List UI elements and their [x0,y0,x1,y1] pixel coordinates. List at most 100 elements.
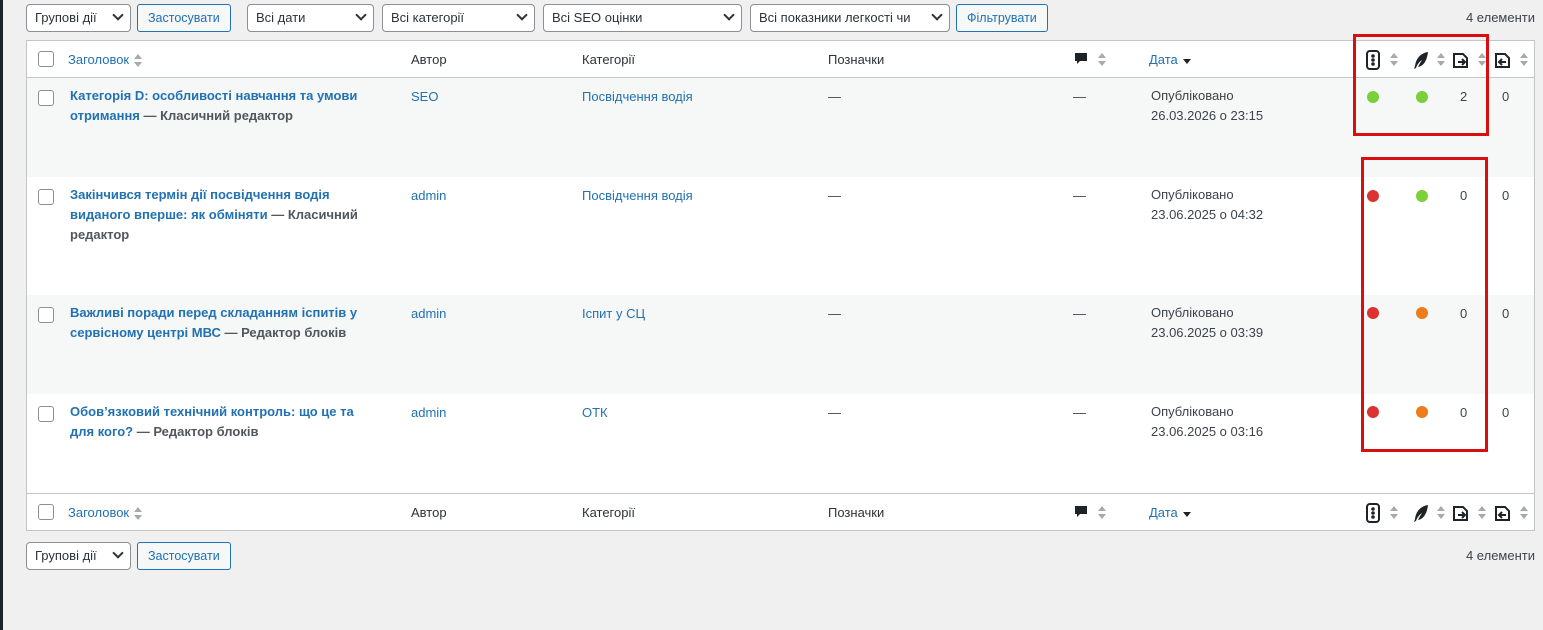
post-tags: — [828,405,841,420]
column-tags-header: Позначки [828,505,885,520]
post-comments: — [1073,89,1086,104]
column-author-header: Автор [411,505,447,520]
select-all-checkbox[interactable] [38,504,54,520]
post-category[interactable]: ОТК [582,405,608,420]
seo-score-dot [1367,91,1379,103]
column-title-header[interactable]: Заголовок [68,52,143,69]
row-checkbox[interactable] [38,406,54,422]
links-in-count: 0 [1502,306,1510,321]
post-category[interactable]: Посвідчення водія [582,188,693,203]
column-date-header[interactable]: Дата [1149,505,1192,522]
sort-icon[interactable] [1436,505,1446,521]
post-date-value: 23.06.2025 о 03:16 [1151,424,1264,439]
links-in-count: 0 [1502,405,1510,420]
column-title-label: Заголовок [68,505,130,520]
links-out-count: 0 [1460,306,1468,321]
readability-filter-select[interactable]: Всі показники легкості чи [750,4,950,32]
column-title-header[interactable]: Заголовок [68,505,143,522]
post-tags: — [828,306,841,321]
seo-filter-label: Всі SEO оцінки [552,10,643,25]
table-footer: Заголовок Автор Категорії Позначки Дата [27,493,1534,530]
post-status: Опубліковано [1151,404,1234,419]
bulk-actions-select[interactable]: Групові дії [26,542,131,570]
bulk-actions-label: Групові дії [35,548,97,563]
readability-score-dot [1416,91,1428,103]
filter-button[interactable]: Фільтрувати [956,4,1048,32]
readability-feather-icon[interactable] [1412,50,1430,70]
apply-button[interactable]: Застосувати [137,4,231,32]
sort-icon[interactable] [1477,505,1487,521]
column-categories-header: Категорії [582,505,635,520]
seo-traffic-light-icon[interactable] [1365,503,1383,523]
date-filter-select[interactable]: Всі дати [247,4,374,32]
column-author-header: Автор [411,52,447,67]
column-tags-header: Позначки [828,52,885,67]
seo-score-dot [1367,307,1379,319]
post-category[interactable]: Іспит у СЦ [582,306,645,321]
links-in-count: 0 [1502,89,1510,104]
comments-icon[interactable] [1073,50,1091,70]
sort-icon[interactable] [1389,52,1399,68]
category-filter-label: Всі категорії [391,10,465,25]
links-out-count: 2 [1460,89,1468,104]
seo-filter-select[interactable]: Всі SEO оцінки [543,4,742,32]
internal-links-in-icon[interactable] [1493,50,1511,70]
table-row: Категорія D: особливості навчання та умо… [27,78,1534,177]
select-all-checkbox[interactable] [38,51,54,67]
seo-traffic-light-icon[interactable] [1365,50,1383,70]
table-header: Заголовок Автор Категорії Позначки Дата [27,41,1534,78]
readability-feather-icon[interactable] [1412,503,1430,523]
sort-icon[interactable] [1097,52,1107,68]
bulk-actions-select[interactable]: Групові дії [26,4,131,32]
post-author[interactable]: SEO [411,89,438,104]
internal-links-out-icon[interactable] [1451,50,1469,70]
column-categories-header: Категорії [582,52,635,67]
post-date: Опубліковано 23.06.2025 о 03:39 [1151,303,1263,343]
chevron-down-icon [112,547,124,559]
post-status: Опубліковано [1151,88,1234,103]
post-date-value: 23.06.2025 о 04:32 [1151,207,1264,222]
posts-table: Заголовок Автор Категорії Позначки Дата [26,40,1535,531]
post-editor: — Класичний редактор [139,108,294,123]
column-date-header[interactable]: Дата [1149,52,1192,69]
post-title: Категорія D: особливості навчання та умо… [70,86,380,126]
tablenav-bottom: Групові дії Застосувати 4 елементи [26,542,1535,572]
post-category[interactable]: Посвідчення водія [582,89,693,104]
column-date-label: Дата [1149,505,1178,520]
category-filter-select[interactable]: Всі категорії [382,4,535,32]
post-date: Опубліковано 23.06.2025 о 03:16 [1151,402,1263,442]
internal-links-out-icon[interactable] [1451,503,1469,523]
post-author[interactable]: admin [411,405,446,420]
post-date: Опубліковано 23.06.2025 о 04:32 [1151,185,1263,225]
post-status: Опубліковано [1151,305,1234,320]
column-date-label: Дата [1149,52,1178,67]
sort-icon [133,506,143,522]
sort-desc-icon [1182,506,1192,522]
post-date-value: 26.03.2026 о 23:15 [1151,108,1264,123]
post-tags: — [828,188,841,203]
sort-icon[interactable] [1097,505,1107,521]
sort-icon[interactable] [1519,505,1529,521]
sort-icon [133,53,143,69]
post-author[interactable]: admin [411,306,446,321]
sort-icon[interactable] [1436,52,1446,68]
row-checkbox[interactable] [38,189,54,205]
internal-links-in-icon[interactable] [1493,503,1511,523]
post-comments: — [1073,306,1086,321]
post-title: Закінчився термін дії посвідчення водія … [70,185,380,245]
items-count: 4 елементи [1465,10,1535,25]
apply-button[interactable]: Застосувати [137,542,231,570]
tablenav-top: Групові дії Застосувати Всі дати Всі кат… [26,4,1535,34]
seo-score-dot [1367,190,1379,202]
row-checkbox[interactable] [38,90,54,106]
admin-sidebar-edge [0,0,3,630]
comments-icon[interactable] [1073,503,1091,523]
row-checkbox[interactable] [38,307,54,323]
sort-icon[interactable] [1477,52,1487,68]
post-date-value: 23.06.2025 о 03:39 [1151,325,1264,340]
chevron-down-icon [355,9,367,21]
sort-icon[interactable] [1519,52,1529,68]
sort-icon[interactable] [1389,505,1399,521]
bulk-actions-label: Групові дії [35,10,97,25]
post-author[interactable]: admin [411,188,446,203]
